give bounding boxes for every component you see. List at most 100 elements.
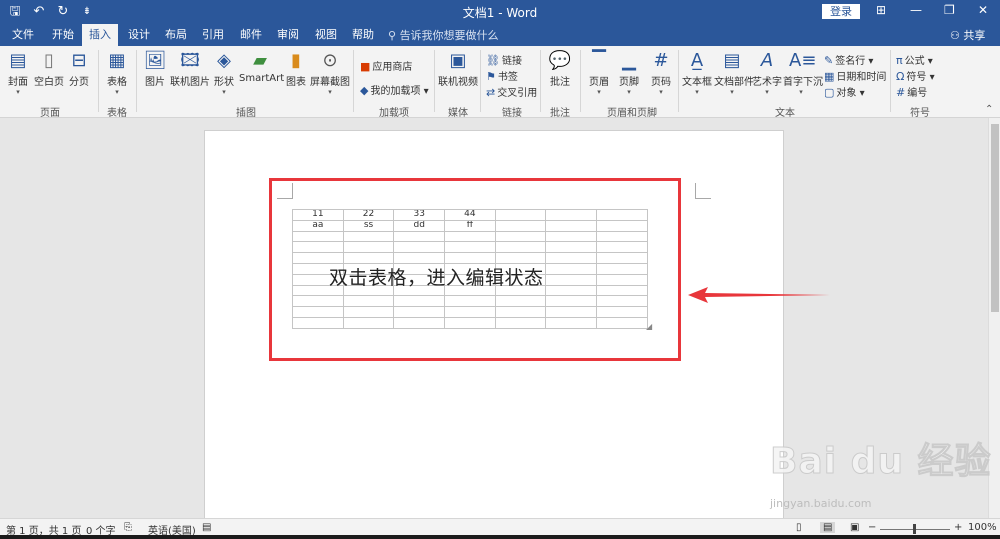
scrollbar-thumb[interactable]	[991, 124, 999, 312]
number-icon: #	[896, 86, 906, 99]
tab-design[interactable]: 设计	[128, 27, 150, 43]
macro-icon[interactable]: ▤	[202, 522, 211, 533]
smartart-icon: ▰	[253, 50, 267, 71]
ribbon-tabs: 文件 开始 插入 设计 布局 引用 邮件 审阅 视图 帮助 ⚲ 告诉我你想要做什…	[0, 24, 1000, 46]
smartart-button[interactable]: ▰ SmartArt	[239, 50, 284, 84]
ribbon-divider	[353, 50, 354, 112]
bookmark-icon: ⚑	[486, 70, 496, 83]
my-addins-button[interactable]: ◆ 我的加载项 ▾	[360, 82, 429, 97]
blank-page-icon: ▯	[44, 50, 54, 71]
login-button[interactable]: 登录	[822, 4, 860, 19]
highlight-box	[269, 178, 681, 361]
group-tables-label: 表格	[107, 108, 127, 119]
crop-mark-top-right	[695, 183, 711, 199]
ribbon-divider	[580, 50, 581, 112]
ribbon: ▤ 封面 ▾ ▯ 空白页 ⊟ 分页 页面 ▦ 表格 ▾ 表格 🖼 图片 🖾 联机图片 ◈ 形状 ▾ …	[0, 46, 1000, 119]
textbox-button[interactable]: A̲ 文本框 ▾	[682, 50, 712, 96]
minimize-icon[interactable]: —	[910, 3, 922, 17]
footer-button[interactable]: ▁ 页脚 ▾	[616, 50, 642, 96]
collapse-ribbon-icon[interactable]: ⌃	[985, 104, 993, 115]
comment-button[interactable]: 💬 批注	[546, 50, 574, 88]
screenshot-button[interactable]: ⊙ 屏幕截图 ▾	[310, 50, 350, 96]
cover-page-button[interactable]: ▤ 封面 ▾	[4, 50, 32, 96]
addins-icon: ◆	[360, 84, 369, 97]
title-bar: 🖫 ↶ ↻ ⇟ 文档1 - Word 登录 ⊞ — ❐ ✕	[0, 0, 1000, 24]
store-button[interactable]: ■ 应用商店	[360, 58, 412, 73]
wordart-button[interactable]: A 艺术字 ▾	[752, 50, 782, 96]
zoom-slider-thumb[interactable]	[913, 524, 916, 534]
read-mode-icon[interactable]: ▯	[796, 522, 802, 533]
chart-icon: ▮	[291, 50, 301, 71]
group-pages-label: 页面	[40, 108, 60, 119]
ribbon-divider	[98, 50, 99, 112]
signature-icon: ✎	[824, 54, 834, 67]
table-icon: ▦	[108, 50, 126, 71]
group-media-label: 媒体	[448, 108, 468, 119]
tab-references[interactable]: 引用	[202, 27, 224, 43]
picture-button[interactable]: 🖼 图片	[142, 50, 168, 88]
shapes-button[interactable]: ◈ 形状 ▾	[211, 50, 237, 96]
tab-mailings[interactable]: 邮件	[240, 27, 262, 43]
ribbon-divider	[480, 50, 481, 112]
restore-icon[interactable]: ❐	[944, 3, 955, 17]
zoom-out-icon[interactable]: −	[868, 522, 876, 533]
share-button[interactable]: ⚇ 共享	[950, 27, 985, 43]
tab-home[interactable]: 开始	[52, 27, 74, 43]
table-button[interactable]: ▦ 表格 ▾	[104, 50, 130, 96]
calendar-icon: ▦	[824, 70, 835, 83]
tab-layout[interactable]: 布局	[165, 27, 187, 43]
tell-me-search[interactable]: ⚲ 告诉我你想要做什么	[388, 27, 499, 43]
group-header-footer-label: 页眉和页脚	[607, 108, 657, 119]
object-button[interactable]: ▢ 对象 ▾	[824, 84, 865, 99]
taskbar-strip	[0, 535, 1000, 539]
dropcap-button[interactable]: A≡ 首字下沉 ▾	[783, 50, 823, 96]
watermark-logo: Bai du 经验	[770, 441, 992, 483]
zoom-level[interactable]: 100%	[968, 522, 997, 533]
footer-icon: ▁	[622, 50, 636, 71]
dropcap-icon: A≡	[789, 50, 817, 71]
omega-icon: Ω	[896, 70, 905, 83]
cover-page-icon: ▤	[9, 50, 27, 71]
group-links-label: 链接	[502, 108, 522, 119]
comment-icon: 💬	[548, 50, 572, 71]
symbol-button[interactable]: Ω 符号 ▾	[896, 68, 935, 83]
group-addins-label: 加载项	[379, 108, 409, 119]
date-time-button[interactable]: ▦ 日期和时间	[824, 68, 886, 83]
chart-button[interactable]: ▮ 图表	[284, 50, 308, 88]
cross-reference-button[interactable]: ⇄ 交叉引用	[486, 84, 537, 99]
proofing-icon[interactable]: ⎘	[124, 522, 132, 533]
tab-file[interactable]: 文件	[12, 27, 34, 43]
lightbulb-icon: ⚲	[388, 29, 400, 42]
tab-insert[interactable]: 插入	[82, 24, 118, 46]
page-break-button[interactable]: ⊟ 分页	[66, 50, 92, 88]
tab-help[interactable]: 帮助	[352, 27, 374, 43]
ribbon-display-icon[interactable]: ⊞	[876, 3, 886, 17]
tab-view[interactable]: 视图	[315, 27, 337, 43]
pointer-arrow	[688, 287, 830, 303]
signature-line-button[interactable]: ✎ 签名行 ▾	[824, 52, 873, 67]
numbering-button[interactable]: # 编号	[896, 84, 927, 99]
picture-icon: 🖼	[143, 50, 167, 71]
close-icon[interactable]: ✕	[978, 3, 988, 17]
quick-parts-button[interactable]: ▤ 文档部件 ▾	[714, 50, 754, 96]
online-video-button[interactable]: ▣ 联机视频	[438, 50, 478, 88]
tab-review[interactable]: 审阅	[277, 27, 299, 43]
header-button[interactable]: ▔ 页眉 ▾	[586, 50, 612, 96]
store-icon: ■	[360, 60, 371, 73]
equation-button[interactable]: π 公式 ▾	[896, 52, 933, 67]
header-icon: ▔	[592, 50, 606, 71]
print-layout-icon[interactable]: ▤	[820, 522, 836, 533]
quick-parts-icon: ▤	[723, 50, 741, 71]
link-button[interactable]: ⛓ 链接	[486, 52, 522, 67]
link-icon: ⛓	[486, 54, 500, 67]
bookmark-button[interactable]: ⚑ 书签	[486, 68, 518, 83]
page-number-button[interactable]: # 页码 ▾	[648, 50, 674, 96]
baidu-watermark: Bai du 经验	[770, 432, 992, 484]
blank-page-button[interactable]: ▯ 空白页	[34, 50, 64, 88]
online-picture-button[interactable]: 🖾 联机图片	[170, 50, 210, 88]
textbox-icon: A̲	[690, 50, 704, 71]
web-layout-icon[interactable]: ▣	[850, 522, 859, 533]
ribbon-divider	[540, 50, 541, 112]
ribbon-divider	[434, 50, 435, 112]
zoom-in-icon[interactable]: +	[954, 522, 962, 533]
